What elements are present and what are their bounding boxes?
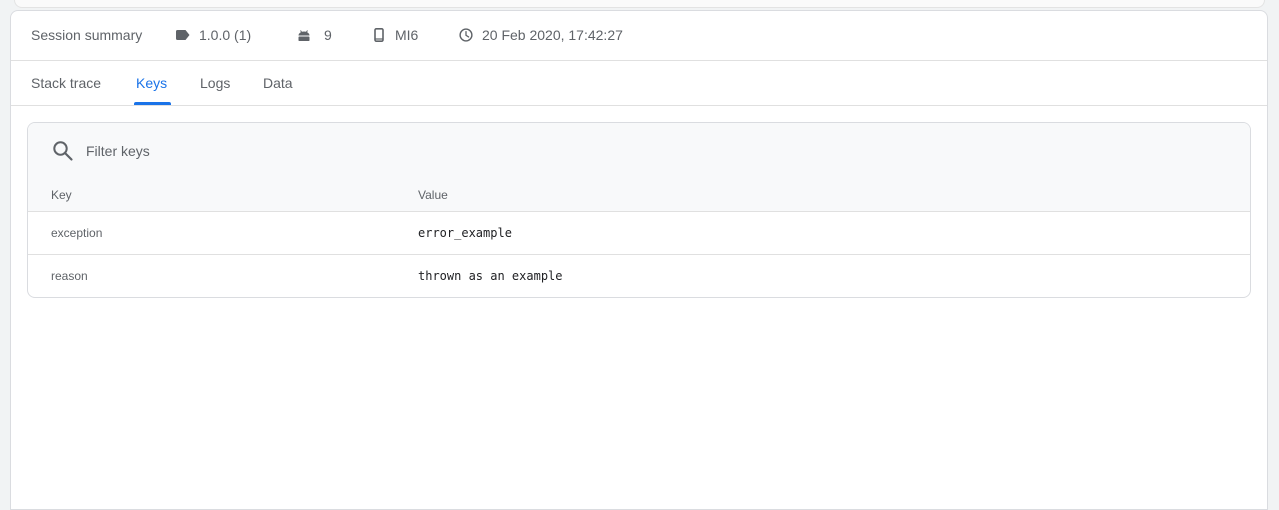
tab-keys[interactable]: Keys: [136, 75, 167, 91]
tab-stack-trace[interactable]: Stack trace: [31, 75, 101, 91]
session-summary-bar: Session summary 1.0.0 (1) 9 MI6 20 Feb 2…: [11, 11, 1267, 61]
row-key: exception: [51, 226, 103, 240]
keys-panel-header: Key Value: [28, 123, 1250, 212]
android-icon: [298, 29, 310, 41]
app-version-meta: 1.0.0 (1): [176, 27, 251, 43]
custom-keys-panel: Key Value exception error_example reason…: [27, 122, 1251, 298]
os-version-meta: 9: [297, 27, 332, 43]
table-row: reason thrown as an example: [28, 254, 1250, 297]
key-column-header: Key: [51, 188, 72, 202]
session-summary-title: Session summary: [31, 27, 143, 43]
session-timestamp: 20 Feb 2020, 17:42:27: [482, 27, 623, 43]
active-tab-indicator: [134, 102, 171, 105]
clock-icon: [459, 28, 473, 42]
search-icon: [53, 141, 73, 161]
device-meta: MI6: [374, 27, 418, 43]
filter-keys-input[interactable]: [86, 140, 486, 162]
timestamp-meta: 20 Feb 2020, 17:42:27: [459, 27, 623, 43]
tab-bar: Stack trace Keys Logs Data: [11, 61, 1267, 106]
tab-data[interactable]: Data: [263, 75, 293, 91]
row-key: reason: [51, 269, 88, 283]
row-value: error_example: [418, 226, 512, 240]
tab-logs[interactable]: Logs: [200, 75, 230, 91]
stacked-card-edge: [14, 0, 1265, 8]
value-column-header: Value: [418, 188, 448, 202]
label-icon: [176, 30, 190, 40]
phone-icon: [374, 28, 384, 42]
device-name: MI6: [395, 27, 419, 43]
row-value: thrown as an example: [418, 269, 563, 283]
session-card: Session summary 1.0.0 (1) 9 MI6 20 Feb 2…: [10, 10, 1268, 510]
table-row: exception error_example: [28, 212, 1250, 254]
os-version: 9: [324, 27, 332, 43]
app-version: 1.0.0 (1): [199, 27, 252, 43]
